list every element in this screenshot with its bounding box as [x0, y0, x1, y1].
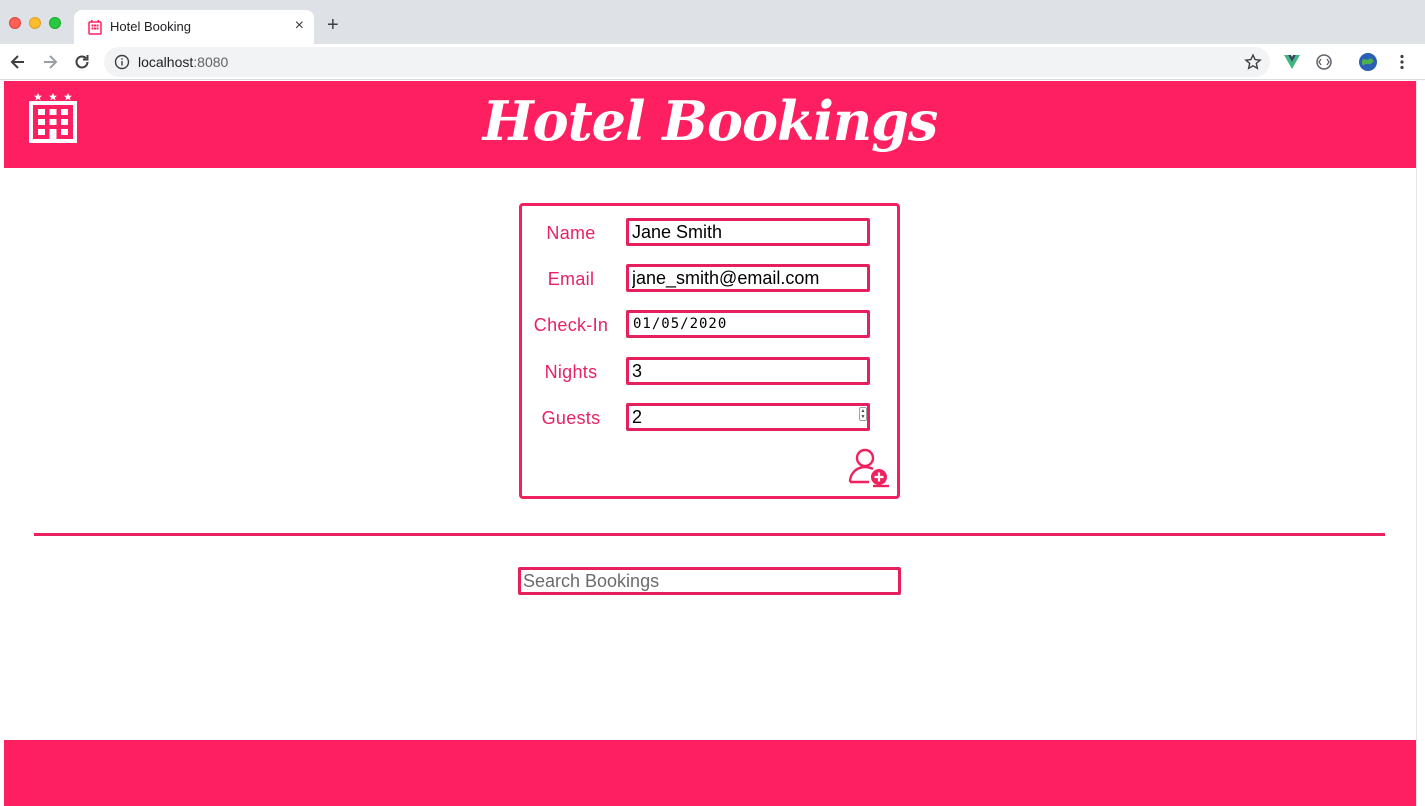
maximize-window-button[interactable]: [49, 17, 61, 29]
name-field[interactable]: [626, 218, 870, 246]
extension-icon[interactable]: [1314, 52, 1334, 72]
minimize-window-button[interactable]: [29, 17, 41, 29]
guests-label: Guests: [541, 408, 601, 428]
browser-toolbar: localhost:8080: [0, 44, 1425, 80]
nights-field[interactable]: [626, 357, 870, 385]
browser-tab[interactable]: Hotel Booking ×: [74, 10, 314, 44]
page-footer: [4, 740, 1416, 806]
email-label: Email: [547, 269, 595, 289]
new-tab-button[interactable]: +: [327, 14, 339, 36]
url-host: localhost: [138, 54, 194, 70]
booking-form: Name Email Check-In Nights Guests ▲ ▼: [519, 203, 900, 499]
check-in-date-field[interactable]: [626, 310, 870, 338]
guests-spinner[interactable]: ▲ ▼: [859, 407, 867, 421]
browser-tab-bar: Hotel Booking × +: [0, 0, 1425, 44]
forward-arrow-icon[interactable]: [40, 52, 60, 72]
email-field[interactable]: [626, 264, 870, 292]
url-port: :8080: [193, 54, 229, 70]
hotel-favicon-icon: [88, 20, 102, 35]
check-in-label: Check-In: [533, 315, 609, 335]
reload-icon[interactable]: [72, 52, 92, 72]
close-window-button[interactable]: [9, 17, 21, 29]
guests-stepper: ▲ ▼: [626, 403, 870, 431]
tab-close-icon[interactable]: ×: [295, 17, 304, 35]
name-label: Name: [546, 223, 596, 243]
url-text: localhost:8080: [138, 54, 228, 70]
profile-avatar-icon[interactable]: [1358, 52, 1378, 72]
window-edge: [1416, 81, 1425, 806]
page: Hotel Bookings Name Email Check-In Night…: [4, 81, 1416, 806]
page-header: Hotel Bookings: [4, 81, 1416, 168]
tab-title: Hotel Booking: [110, 19, 191, 34]
page-title: Hotel Bookings: [482, 89, 939, 153]
spinner-down-icon[interactable]: ▼: [860, 414, 866, 420]
back-arrow-icon[interactable]: [8, 52, 28, 72]
add-user-icon[interactable]: [847, 446, 891, 490]
vue-devtools-icon[interactable]: [1282, 52, 1302, 72]
nights-label: Nights: [544, 362, 598, 382]
bookmark-star-icon[interactable]: [1244, 53, 1262, 71]
guests-field[interactable]: [626, 403, 870, 431]
browser-menu-icon[interactable]: [1392, 52, 1412, 72]
search-input[interactable]: [518, 567, 901, 595]
info-icon[interactable]: [114, 54, 130, 70]
address-bar[interactable]: localhost:8080: [104, 47, 1270, 77]
section-divider: [34, 533, 1385, 536]
